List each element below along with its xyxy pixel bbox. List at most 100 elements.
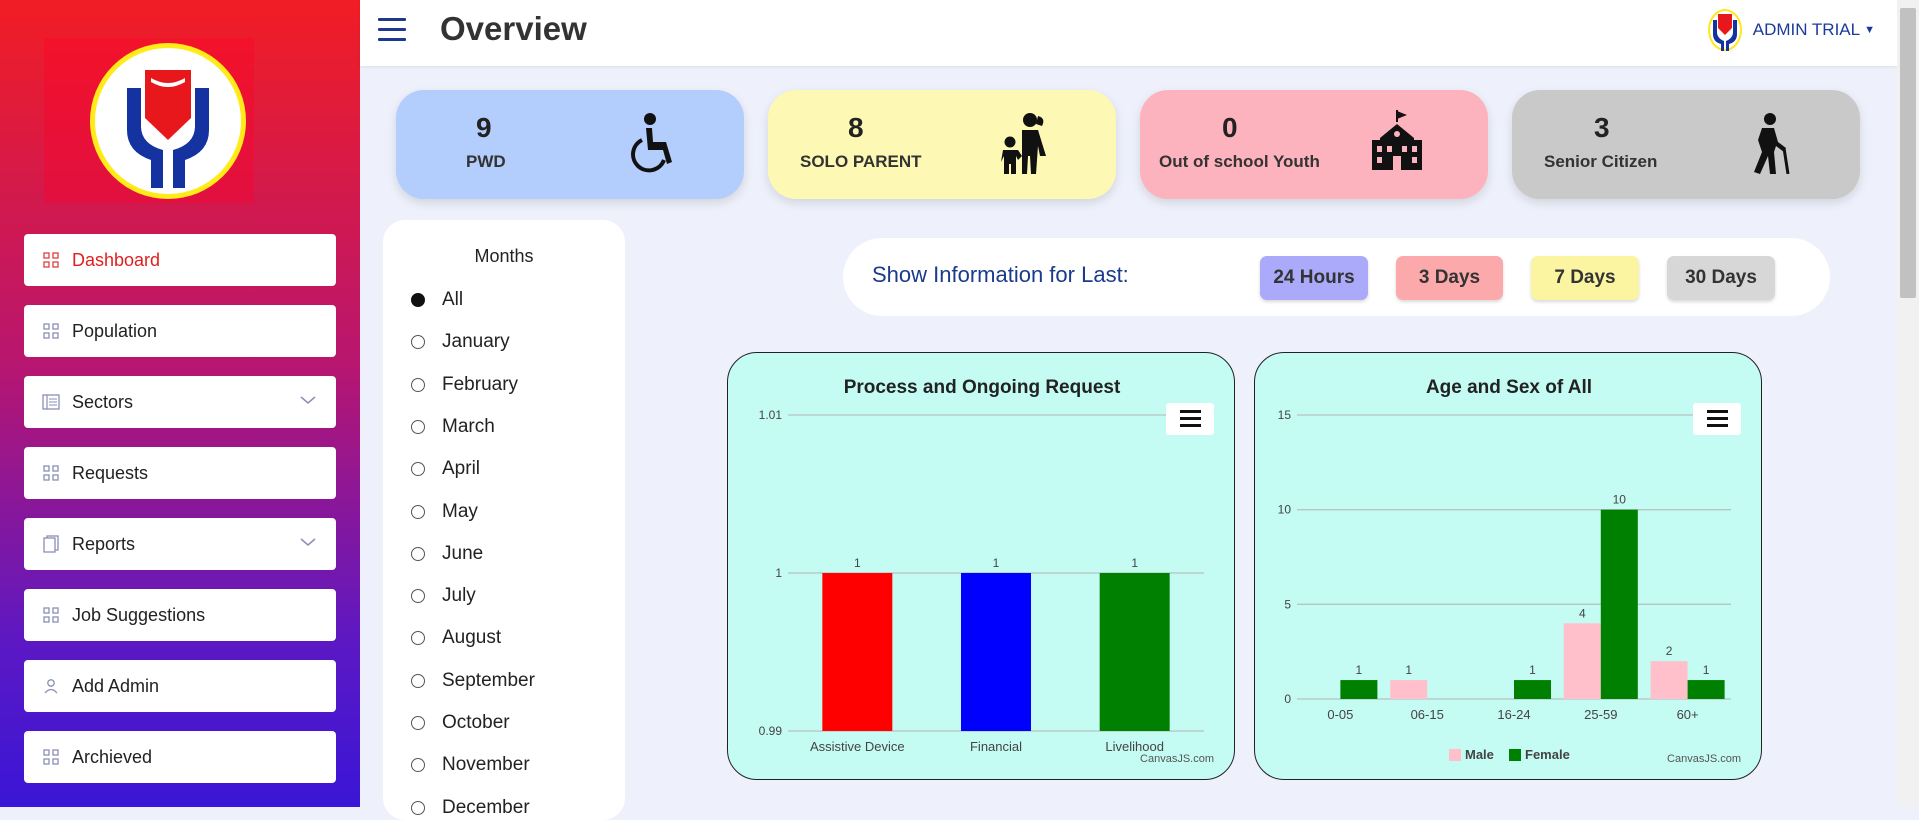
- chart-menu-icon[interactable]: [1166, 403, 1214, 435]
- radio-button[interactable]: [411, 377, 425, 392]
- x-tick-label: 25-59: [1584, 707, 1617, 722]
- radio-button[interactable]: [411, 758, 425, 773]
- bar-male[interactable]: [1390, 680, 1428, 699]
- sidebar-item-add-admin[interactable]: Add Admin: [24, 660, 336, 712]
- month-option-december[interactable]: December: [411, 797, 530, 819]
- list-icon: [42, 393, 60, 411]
- month-label: April: [442, 458, 481, 480]
- x-tick-label: Financial: [970, 739, 1022, 754]
- radio-button[interactable]: [411, 293, 425, 307]
- month-option-september[interactable]: September: [411, 670, 535, 692]
- month-label: All: [442, 289, 464, 310]
- page-scrollbar[interactable]: [1897, 0, 1919, 807]
- month-option-march[interactable]: March: [411, 416, 495, 438]
- filter-3-days-button[interactable]: 3 Days: [1396, 256, 1503, 300]
- stat-card-senior-citizen: 3 Senior Citizen: [1512, 90, 1860, 199]
- sidebar-item-dashboard[interactable]: Dashboard: [24, 234, 336, 286]
- chart-credit[interactable]: CanvasJS.com: [1667, 753, 1741, 765]
- chart-credit[interactable]: CanvasJS.com: [1140, 753, 1214, 765]
- y-tick-label: 5: [1284, 597, 1291, 611]
- data-label: 4: [1579, 606, 1586, 620]
- filter-30-days-button[interactable]: 30 Days: [1667, 256, 1775, 300]
- months-title: Months: [474, 246, 534, 266]
- month-option-august[interactable]: August: [411, 627, 501, 649]
- month-label: May: [442, 500, 478, 522]
- hamburger-menu-icon[interactable]: [378, 18, 406, 42]
- process-ongoing-request-chart: Process and Ongoing Request 0.99 1 1.01 Assi…: [727, 352, 1235, 780]
- x-tick-label: 06-15: [1411, 707, 1444, 722]
- radio-button[interactable]: [411, 462, 425, 477]
- stat-value: 0: [1222, 112, 1238, 143]
- bar-female[interactable]: [1514, 680, 1551, 699]
- bar-female[interactable]: [1687, 680, 1725, 699]
- radio-button[interactable]: [411, 673, 425, 688]
- month-label: March: [442, 415, 495, 437]
- bar[interactable]: [961, 573, 1031, 731]
- radio-button[interactable]: [411, 716, 425, 730]
- filter-24-hours-button[interactable]: 24 Hours: [1260, 256, 1368, 300]
- stat-card-out-of-school-youth: 0 Out of school Youth: [1140, 90, 1488, 199]
- radio-button[interactable]: [411, 589, 425, 604]
- bar[interactable]: [822, 573, 893, 731]
- sidebar-item-label: Reports: [72, 533, 136, 554]
- sidebar-item-sectors[interactable]: Sectors: [24, 376, 336, 428]
- sidebar-item-label: Requests: [72, 462, 149, 483]
- months-filter-panel: Months All January February March April May Ju…: [383, 220, 625, 820]
- stat-label: SOLO PARENT: [800, 152, 922, 171]
- bar[interactable]: [1099, 573, 1170, 731]
- radio-button[interactable]: [411, 546, 425, 561]
- grid-icon: [42, 464, 60, 482]
- caret-down-icon: ▼: [1864, 24, 1875, 36]
- sidebar-item-label: Job Suggestions: [72, 604, 206, 625]
- y-tick-label: 0.99: [759, 724, 783, 738]
- sidebar-item-reports[interactable]: Reports: [24, 518, 336, 570]
- month-option-february[interactable]: February: [411, 374, 518, 396]
- filter-7-days-button[interactable]: 7 Days: [1531, 256, 1639, 300]
- bar-male[interactable]: [1563, 623, 1601, 699]
- month-option-july[interactable]: July: [411, 585, 476, 607]
- radio-button[interactable]: [411, 800, 425, 815]
- radio-button[interactable]: [411, 631, 425, 646]
- month-option-november[interactable]: November: [411, 754, 530, 776]
- month-option-april[interactable]: April: [411, 458, 480, 480]
- sidebar-item-archieved[interactable]: Archieved: [24, 731, 336, 783]
- user-menu[interactable]: ADMIN TRIAL ▼: [1707, 8, 1875, 52]
- bar-female[interactable]: [1600, 509, 1638, 699]
- data-label: 1: [1405, 663, 1412, 677]
- scrollbar-thumb[interactable]: [1900, 8, 1916, 298]
- x-tick-label: 0-05: [1327, 707, 1353, 722]
- month-option-october[interactable]: October: [411, 712, 510, 734]
- month-option-june[interactable]: June: [411, 543, 483, 565]
- x-tick-label: 60+: [1677, 707, 1699, 722]
- page-title: Overview: [440, 10, 587, 47]
- x-tick-label: Livelihood: [1105, 739, 1164, 754]
- sidebar-item-requests[interactable]: Requests: [24, 447, 336, 499]
- month-option-january[interactable]: January: [411, 331, 510, 353]
- x-tick-label: 16-24: [1497, 707, 1530, 722]
- chart-menu-icon[interactable]: [1693, 403, 1741, 435]
- month-option-all[interactable]: All: [411, 289, 463, 311]
- grid-icon: [42, 251, 60, 269]
- month-label: June: [442, 542, 484, 564]
- bar-female[interactable]: [1340, 680, 1378, 699]
- sidebar-item-label: Population: [72, 320, 158, 341]
- y-tick-label: 1: [775, 566, 782, 580]
- grid-icon: [42, 606, 60, 624]
- bar-male[interactable]: [1650, 661, 1688, 699]
- sidebar-item-population[interactable]: Population: [24, 305, 336, 357]
- time-filter-bar: Show Information for Last: 24 Hours 3 Da…: [843, 238, 1830, 316]
- sidebar-item-job-suggestions[interactable]: Job Suggestions: [24, 589, 336, 641]
- radio-button[interactable]: [411, 504, 425, 519]
- radio-button[interactable]: [411, 335, 425, 350]
- data-label: 1: [1703, 663, 1710, 677]
- chart-title: Age and Sex of All: [1426, 377, 1592, 398]
- data-label: 1: [854, 556, 861, 570]
- legend-swatch: [1509, 749, 1521, 761]
- data-label: 2: [1666, 644, 1673, 658]
- month-option-may[interactable]: May: [411, 501, 478, 523]
- stat-value: 8: [848, 112, 864, 143]
- school-icon: [1372, 110, 1422, 170]
- user-icon: [42, 677, 60, 695]
- radio-button[interactable]: [411, 419, 425, 434]
- elderly-icon: [1754, 113, 1790, 174]
